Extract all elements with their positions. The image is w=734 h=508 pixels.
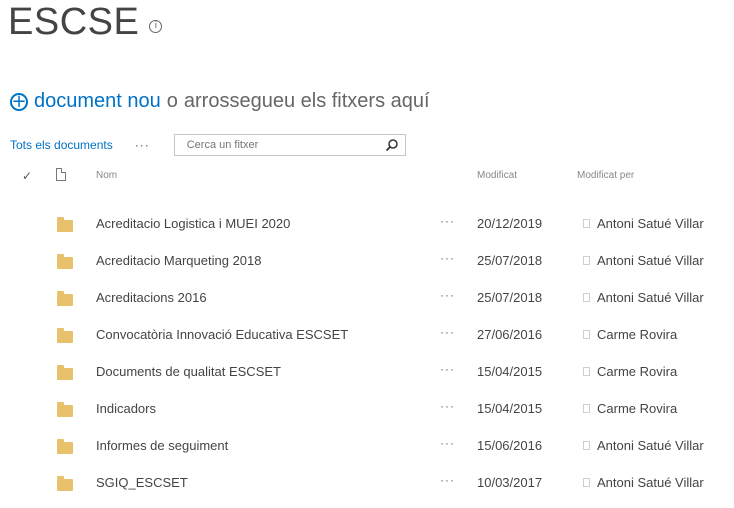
folder-icon	[57, 439, 73, 454]
item-modified-by[interactable]: Carme Rovira	[597, 327, 677, 342]
item-more-button[interactable]: ···	[440, 399, 455, 413]
page-title: ESCSE	[8, 0, 140, 43]
info-icon[interactable]: i	[149, 19, 163, 33]
view-selector-all-documents[interactable]: Tots els documents	[10, 138, 113, 152]
presence-icon	[583, 441, 590, 450]
list-item[interactable]: Acreditacions 2016 ··· 25/07/2018 Antoni…	[0, 286, 734, 323]
folder-icon	[57, 254, 73, 269]
plus-circle-icon[interactable]: +	[10, 92, 28, 111]
select-all-check-icon[interactable]: ✓	[22, 169, 32, 183]
item-modified-by[interactable]: Antoni Satué Villar	[597, 253, 704, 268]
folder-icon	[57, 291, 73, 306]
list-item[interactable]: Indicadors ··· 15/04/2015 Carme Rovira	[0, 397, 734, 434]
new-document-link[interactable]: document nou	[34, 90, 161, 113]
new-document-or-text: o	[166, 90, 178, 112]
title-row: ESCSE i	[8, 0, 163, 52]
item-modified-by[interactable]: Antoni Satué Villar	[597, 216, 704, 231]
item-more-button[interactable]: ···	[440, 251, 455, 265]
presence-icon	[583, 256, 590, 265]
item-modified-by[interactable]: Antoni Satué Villar	[597, 438, 704, 453]
list-item[interactable]: Documents de qualitat ESCSET ··· 15/04/2…	[0, 360, 734, 397]
list-item[interactable]: Informes de seguiment ··· 15/06/2016 Ant…	[0, 434, 734, 471]
view-more-button[interactable]: ···	[135, 138, 150, 152]
folder-icon	[57, 402, 73, 417]
folder-icon	[57, 328, 73, 343]
list-item[interactable]: Acreditacio Logistica i MUEI 2020 ··· 20…	[0, 212, 734, 249]
presence-icon	[583, 330, 590, 339]
drag-files-hint: arrossegueu els fitxers aquí	[183, 90, 430, 112]
item-modified-date: 15/04/2015	[477, 401, 543, 416]
list-item[interactable]: Acreditacio Marqueting 2018 ··· 25/07/20…	[0, 249, 734, 286]
item-modified-date: 15/04/2015	[477, 364, 543, 379]
item-name[interactable]: Indicadors	[96, 401, 156, 416]
item-modified-by[interactable]: Antoni Satué Villar	[597, 475, 704, 490]
item-name[interactable]: Acreditacions 2016	[96, 290, 207, 305]
list-item[interactable]: Convocatòria Innovació Educativa ESCSET …	[0, 323, 734, 360]
column-header-row: ✓ Nom Modificat Modificat per	[0, 166, 734, 192]
item-modified-by[interactable]: Carme Rovira	[597, 401, 677, 416]
item-more-button[interactable]: ···	[440, 214, 455, 228]
item-modified-date: 25/07/2018	[477, 253, 543, 268]
presence-icon	[583, 219, 590, 228]
column-header-modified[interactable]: Modificat	[477, 170, 517, 181]
item-modified-date: 20/12/2019	[477, 216, 543, 231]
list-item[interactable]: SGIQ_ESCSET ··· 10/03/2017 Antoni Satué …	[0, 471, 734, 508]
item-modified-date: 10/03/2017	[477, 475, 543, 490]
search-box[interactable]	[173, 134, 406, 156]
item-name[interactable]: Acreditacio Logistica i MUEI 2020	[96, 216, 290, 231]
search-icon[interactable]	[385, 138, 399, 152]
item-name[interactable]: Documents de qualitat ESCSET	[96, 364, 281, 379]
folder-icon	[57, 476, 73, 491]
item-modified-date: 25/07/2018	[477, 290, 543, 305]
document-type-icon	[56, 168, 66, 181]
presence-icon	[583, 404, 590, 413]
presence-icon	[583, 367, 590, 376]
item-more-button[interactable]: ···	[440, 473, 455, 487]
presence-icon	[583, 293, 590, 302]
item-name[interactable]: Informes de seguiment	[96, 438, 228, 453]
item-modified-by[interactable]: Carme Rovira	[597, 364, 677, 379]
document-list: Acreditacio Logistica i MUEI 2020 ··· 20…	[0, 212, 734, 508]
item-name[interactable]: Acreditacio Marqueting 2018	[96, 253, 262, 268]
new-document-row: + document nou o arrossegueu els fitxers…	[10, 90, 430, 113]
item-more-button[interactable]: ···	[440, 436, 455, 450]
presence-icon	[583, 478, 590, 487]
item-more-button[interactable]: ···	[440, 288, 455, 302]
item-name[interactable]: Convocatòria Innovació Educativa ESCSET	[96, 327, 348, 342]
column-header-name[interactable]: Nom	[96, 170, 117, 181]
item-modified-date: 27/06/2016	[477, 327, 543, 342]
column-header-modified-by[interactable]: Modificat per	[577, 170, 634, 181]
item-name[interactable]: SGIQ_ESCSET	[96, 475, 188, 490]
folder-icon	[57, 217, 73, 232]
item-modified-date: 15/06/2016	[477, 438, 543, 453]
item-more-button[interactable]: ···	[440, 362, 455, 376]
search-input[interactable]	[184, 138, 385, 152]
folder-icon	[57, 365, 73, 380]
view-toolbar: Tots els documents ···	[10, 133, 406, 157]
item-more-button[interactable]: ···	[440, 325, 455, 339]
item-modified-by[interactable]: Antoni Satué Villar	[597, 290, 704, 305]
